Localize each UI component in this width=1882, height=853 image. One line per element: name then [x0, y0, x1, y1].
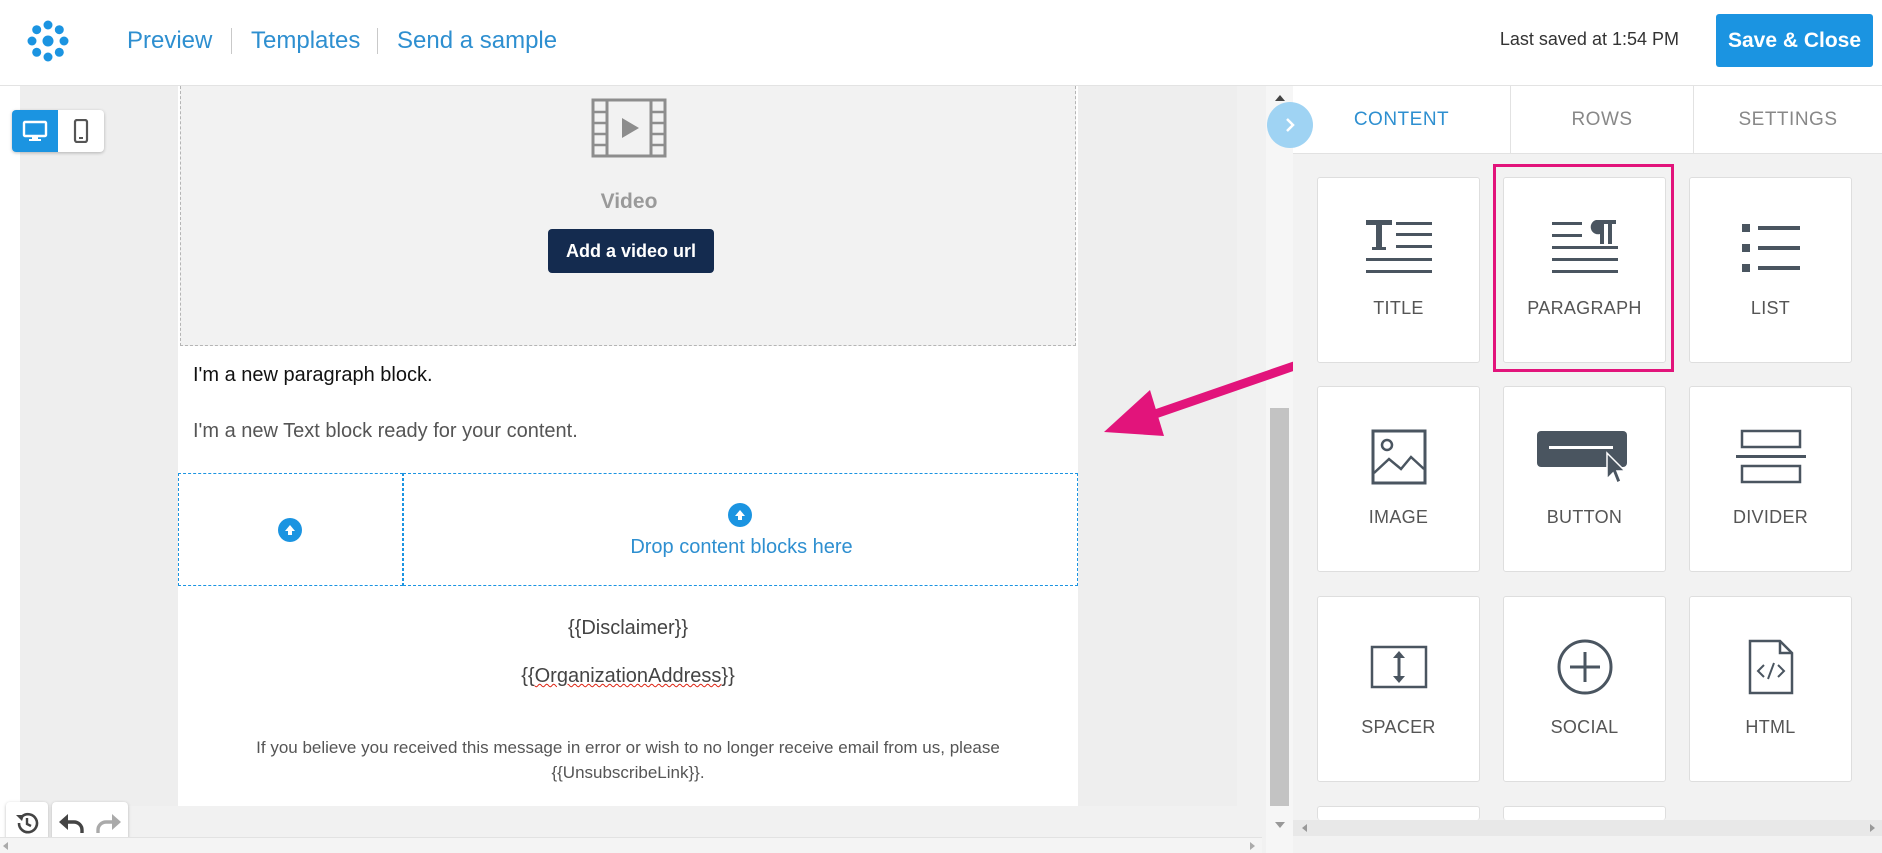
- tile-spacer[interactable]: SPACER: [1317, 596, 1480, 782]
- arrow-up-circle-icon: [728, 503, 752, 527]
- tab-rows[interactable]: ROWS: [1510, 86, 1693, 154]
- video-block[interactable]: Video Add a video url: [180, 86, 1076, 346]
- mobile-view-button[interactable]: [58, 110, 104, 152]
- scroll-down-icon[interactable]: [1274, 821, 1286, 829]
- scroll-right-icon[interactable]: [1248, 841, 1256, 851]
- html-icon: [1690, 627, 1851, 707]
- unsubscribe-text[interactable]: If you believe you received this message…: [218, 735, 1038, 785]
- top-bar: Preview Templates Send a sample Last sav…: [0, 0, 1882, 86]
- templates-link[interactable]: Templates: [251, 26, 360, 56]
- tile-html[interactable]: HTML: [1689, 596, 1852, 782]
- arrow-up-circle-icon: [278, 518, 302, 542]
- vertical-scrollbar[interactable]: [1266, 86, 1293, 853]
- scroll-left-icon[interactable]: [1301, 823, 1309, 833]
- send-sample-link[interactable]: Send a sample: [397, 26, 557, 56]
- tile-label: TITLE: [1373, 298, 1424, 318]
- spacer-icon: [1318, 627, 1479, 707]
- drop-column-right[interactable]: Drop content blocks here: [403, 473, 1078, 586]
- tile-list[interactable]: LIST: [1689, 177, 1852, 363]
- device-preview-toggle: [12, 110, 104, 152]
- undo-icon[interactable]: [56, 810, 86, 836]
- email-editor-canvas: Video Add a video url I'm a new paragrap…: [0, 86, 1293, 853]
- sidebar-horizontal-scrollbar[interactable]: [1293, 820, 1882, 836]
- annotation-arrow: [1104, 361, 1293, 436]
- app-logo-icon[interactable]: [26, 19, 70, 63]
- tile-title[interactable]: TITLE: [1317, 177, 1480, 363]
- chevron-right-icon: [1286, 118, 1295, 132]
- horizontal-scrollbar[interactable]: [0, 837, 1262, 853]
- tile-label: LIST: [1750, 298, 1791, 318]
- scroll-left-icon[interactable]: [2, 841, 10, 851]
- content-sidebar: CONTENT ROWS SETTINGS TITLE PARAGRAPH LI…: [1267, 86, 1882, 853]
- scroll-up-icon[interactable]: [1274, 94, 1286, 102]
- sidebar-tabs: CONTENT ROWS SETTINGS: [1293, 86, 1882, 154]
- list-icon: [1690, 208, 1851, 288]
- tile-partial[interactable]: [1503, 806, 1666, 820]
- nav-separator: [231, 28, 232, 54]
- add-video-url-button[interactable]: Add a video url: [548, 229, 714, 273]
- paragraph-block[interactable]: I'm a new paragraph block.: [193, 364, 433, 387]
- social-icon: [1504, 627, 1665, 707]
- title-icon: [1318, 208, 1479, 288]
- nav-separator: [377, 28, 378, 54]
- tile-label: IMAGE: [1368, 507, 1429, 527]
- text-block[interactable]: I'm a new Text block ready for your cont…: [193, 420, 578, 443]
- tile-label: BUTTON: [1546, 507, 1623, 527]
- video-film-icon: [591, 98, 667, 158]
- drop-column-left[interactable]: [178, 473, 403, 586]
- tile-divider[interactable]: DIVIDER: [1689, 386, 1852, 572]
- editor-gutter: [0, 86, 20, 853]
- last-saved-text: Last saved at 1:54 PM: [1499, 29, 1679, 49]
- desktop-icon: [22, 120, 48, 141]
- drop-blocks-hint: Drop content blocks here: [630, 536, 853, 558]
- tab-content[interactable]: CONTENT: [1293, 86, 1510, 154]
- merge-tag-close: }}: [721, 665, 735, 687]
- history-icon: [16, 812, 39, 834]
- vertical-scrollbar-thumb[interactable]: [1270, 408, 1289, 806]
- tile-label: SOCIAL: [1550, 717, 1619, 737]
- desktop-view-button[interactable]: [12, 110, 58, 152]
- redo-icon[interactable]: [94, 810, 124, 836]
- tab-settings[interactable]: SETTINGS: [1693, 86, 1882, 154]
- collapse-sidebar-button[interactable]: [1267, 102, 1313, 148]
- annotation-highlight-box: [1493, 164, 1674, 372]
- tile-image[interactable]: IMAGE: [1317, 386, 1480, 572]
- preview-link[interactable]: Preview: [127, 26, 212, 56]
- merge-tag-name: OrganizationAddress: [534, 665, 722, 687]
- mobile-icon: [73, 119, 89, 143]
- tile-button[interactable]: BUTTON: [1503, 386, 1666, 572]
- video-label: Video: [600, 190, 658, 213]
- tile-social[interactable]: SOCIAL: [1503, 596, 1666, 782]
- divider-icon: [1690, 417, 1851, 497]
- scroll-right-icon[interactable]: [1868, 823, 1876, 833]
- merge-tag-open: {{: [521, 665, 535, 687]
- disclaimer-merge-tag[interactable]: {{Disclaimer}}: [178, 617, 1078, 640]
- empty-row: Drop content blocks here: [178, 473, 1078, 586]
- tile-label: SPACER: [1361, 717, 1436, 737]
- organization-address-merge-tag[interactable]: {{OrganizationAddress}}: [178, 665, 1078, 688]
- tile-partial[interactable]: [1317, 806, 1480, 820]
- save-close-button[interactable]: Save & Close: [1716, 14, 1873, 67]
- tile-label: DIVIDER: [1732, 507, 1809, 527]
- email-body: Video Add a video url I'm a new paragrap…: [178, 86, 1078, 806]
- tile-label: HTML: [1745, 717, 1796, 737]
- button-icon: [1504, 417, 1665, 497]
- image-icon: [1318, 417, 1479, 497]
